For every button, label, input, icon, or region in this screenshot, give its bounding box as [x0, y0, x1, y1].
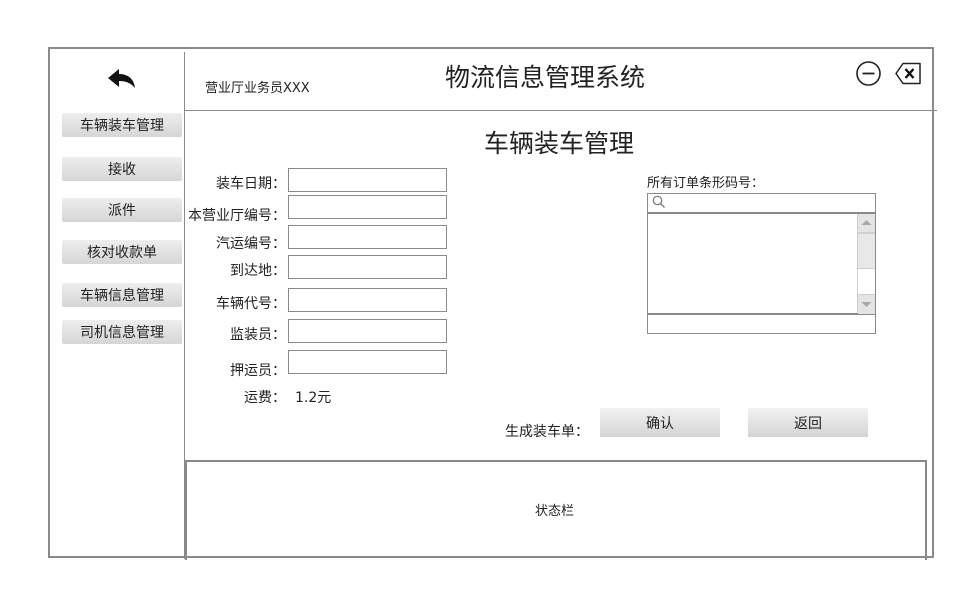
sidebar-item-dispatch[interactable]: 派件 [62, 198, 182, 222]
header-divider [185, 110, 937, 111]
fee-label: 运费： [244, 390, 286, 406]
scroll-thumb[interactable] [858, 233, 875, 269]
page-title: 车辆装车管理 [484, 129, 635, 158]
escort-label: 押运员： [230, 363, 286, 379]
barcode-label: 所有订单条形码号： [647, 176, 765, 191]
scroll-up-button[interactable] [858, 214, 875, 233]
system-title: 物流信息管理系统 [445, 63, 646, 92]
scroll-down-arrow-icon [861, 302, 872, 307]
barcode-input[interactable] [647, 314, 876, 334]
operator-name: 营业厅业务员XXX [205, 81, 310, 96]
destination-label: 到达地： [230, 263, 286, 279]
status-bar-text: 状态栏 [535, 504, 575, 519]
destination-input[interactable] [288, 255, 447, 279]
sidebar-item-vehicle-info[interactable]: 车辆信息管理 [62, 283, 182, 307]
vehicle-code-label: 车辆代号： [216, 296, 286, 312]
sidebar-item-payment-check[interactable]: 核对收款单 [62, 240, 182, 264]
close-icon[interactable] [893, 60, 923, 87]
generate-label: 生成装车单： [505, 424, 589, 440]
loading-date-input[interactable] [288, 168, 447, 192]
search-icon [652, 195, 665, 208]
barcode-list[interactable] [647, 213, 876, 314]
back-button[interactable]: 返回 [748, 408, 868, 437]
supervisor-input[interactable] [288, 319, 447, 343]
barcode-search-box [647, 193, 876, 213]
transport-number-label: 汽运编号： [216, 236, 286, 252]
back-arrow-icon[interactable] [106, 66, 138, 92]
hall-number-label: 本营业厅编号： [188, 208, 286, 224]
sidebar-item-vehicle-loading[interactable]: 车辆装车管理 [62, 113, 182, 137]
minimize-icon[interactable] [855, 60, 882, 87]
sidebar-item-receive[interactable]: 接收 [62, 157, 182, 181]
scroll-up-arrow-icon [861, 220, 872, 225]
barcode-search-input[interactable] [668, 195, 872, 213]
sidebar-item-driver-info[interactable]: 司机信息管理 [62, 320, 182, 344]
supervisor-label: 监装员： [230, 327, 286, 343]
vehicle-code-input[interactable] [288, 288, 447, 312]
confirm-button[interactable]: 确认 [600, 408, 720, 437]
loading-date-label: 装车日期： [216, 176, 286, 192]
scroll-down-button[interactable] [858, 294, 875, 314]
transport-number-input[interactable] [288, 225, 447, 249]
hall-number-input[interactable] [288, 195, 447, 219]
fee-value: 1.2元 [295, 390, 332, 406]
escort-input[interactable] [288, 350, 447, 374]
